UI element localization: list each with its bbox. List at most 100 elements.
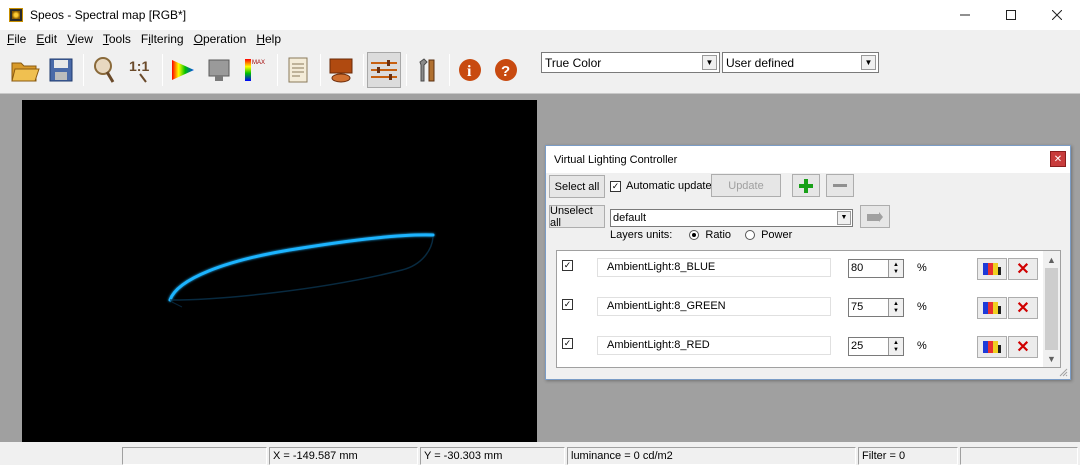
save-button[interactable] [44, 52, 78, 88]
window-controls [942, 0, 1080, 30]
minimize-icon [960, 14, 970, 16]
ratio-label: Ratio [705, 229, 732, 241]
color-palette-icon [983, 263, 1001, 275]
layer-value-stepper[interactable]: 75 ▲ ▼ [848, 298, 904, 317]
layers-scrollbar[interactable]: ▲ ▼ [1043, 251, 1060, 367]
chevron-down-icon: ▼ [837, 211, 851, 225]
remove-layer-button[interactable] [826, 174, 854, 197]
layer-checkbox[interactable]: ✓ [562, 260, 573, 271]
layers-list: ✓ AmbientLight:8_BLUE 80 ▲ ▼ % ✕ ✓ Ambien… [556, 250, 1061, 368]
minimize-button[interactable] [942, 0, 988, 30]
menu-help[interactable]: Help [251, 32, 286, 46]
toolbar-separator [449, 54, 450, 86]
automatic-update-option: ✓ Automatic update [610, 180, 712, 192]
dialog-title: Virtual Lighting Controller [554, 153, 678, 166]
chevron-down-icon: ▼ [702, 55, 717, 70]
monitor-icon [208, 59, 230, 81]
layer-color-button[interactable] [977, 336, 1007, 358]
open-icon [11, 62, 40, 82]
add-layer-button[interactable] [792, 174, 820, 197]
layer-color-button[interactable] [977, 258, 1007, 280]
color-mode-select[interactable]: True Color ▼ [541, 52, 720, 73]
power-label: Power [761, 229, 793, 241]
info-button[interactable]: i [453, 52, 487, 88]
layer-row: ✓ AmbientLight:8_BLUE 80 ▲ ▼ % ✕ [557, 256, 1047, 282]
layer-value-stepper[interactable]: 80 ▲ ▼ [848, 259, 904, 278]
status-blank [122, 447, 267, 465]
layer-checkbox[interactable]: ✓ [562, 299, 573, 310]
delete-icon: ✕ [1016, 261, 1030, 278]
scroll-down-icon[interactable]: ▼ [1043, 350, 1060, 367]
help-button[interactable]: ? [489, 52, 523, 88]
close-icon: ✕ [1053, 153, 1063, 165]
menu-view[interactable]: View [62, 32, 98, 46]
select-all-button[interactable]: Select all [549, 175, 605, 198]
dialog-close-button[interactable]: ✕ [1050, 151, 1066, 167]
menu-filtering[interactable]: Filtering [136, 32, 189, 46]
close-icon [1052, 10, 1062, 20]
percent-label: % [917, 301, 927, 313]
resize-grip-icon[interactable] [1058, 367, 1068, 377]
preset-select[interactable]: default ▼ [610, 209, 853, 227]
update-button[interactable]: Update [711, 174, 781, 197]
ratio-radio[interactable] [689, 230, 700, 240]
surface-icon [329, 58, 353, 83]
menu-edit[interactable]: Edit [31, 32, 62, 46]
tools-icon [419, 58, 435, 82]
open-button[interactable] [8, 52, 42, 88]
settings-sliders-button[interactable] [367, 52, 401, 88]
power-radio[interactable] [745, 230, 756, 240]
spectral-map-canvas[interactable] [22, 100, 537, 442]
spin-arrows-icon[interactable]: ▲ ▼ [888, 260, 903, 277]
beam-pattern [168, 233, 435, 308]
layer-delete-button[interactable]: ✕ [1008, 297, 1038, 319]
automatic-update-label: Automatic update [626, 180, 712, 192]
toolbar-separator [406, 54, 407, 86]
info-icon: i [459, 59, 481, 81]
scale-select[interactable]: User defined ▼ [722, 52, 879, 73]
svg-text:1:1: 1:1 [129, 58, 149, 74]
luminance-scale-button[interactable]: MAX [238, 52, 272, 88]
report-button[interactable] [281, 52, 315, 88]
layer-color-button[interactable] [977, 297, 1007, 319]
save-icon [49, 58, 73, 82]
luminance-scale-icon: MAX [245, 59, 265, 81]
layer-delete-button[interactable]: ✕ [1008, 258, 1038, 280]
zoom-icon [94, 57, 115, 83]
status-luminance: luminance = 0 cd/m2 [567, 447, 856, 465]
minus-icon [833, 183, 847, 187]
scroll-thumb[interactable] [1045, 268, 1058, 350]
delete-icon: ✕ [1016, 339, 1030, 356]
status-x: X = -149.587 mm [269, 447, 418, 465]
surface-button[interactable] [324, 52, 358, 88]
settings-sliders-icon [371, 60, 397, 80]
dialog-title-bar[interactable]: Virtual Lighting Controller ✕ [546, 146, 1070, 173]
layer-value-stepper[interactable]: 25 ▲ ▼ [848, 337, 904, 356]
spin-arrows-icon[interactable]: ▲ ▼ [888, 338, 903, 355]
preset-action-button[interactable] [860, 205, 890, 228]
svg-text:i: i [467, 63, 472, 80]
preset-arrow-icon [867, 211, 883, 222]
color-wheel-button[interactable] [166, 52, 200, 88]
zoom-1-1-button[interactable]: 1:1 [123, 52, 157, 88]
zoom-button[interactable] [87, 52, 121, 88]
delete-icon: ✕ [1016, 300, 1030, 317]
monitor-button[interactable] [202, 52, 236, 88]
scroll-up-icon[interactable]: ▲ [1043, 251, 1060, 268]
tools-button[interactable] [410, 52, 444, 88]
maximize-button[interactable] [988, 0, 1034, 30]
status-y: Y = -30.303 mm [420, 447, 565, 465]
layer-checkbox[interactable]: ✓ [562, 338, 573, 349]
unselect-all-button[interactable]: Unselect all [549, 205, 605, 229]
title-bar[interactable]: Speos - Spectral map [RGB*] [0, 0, 1080, 30]
automatic-update-checkbox[interactable]: ✓ [610, 180, 621, 192]
spin-arrows-icon[interactable]: ▲ ▼ [888, 299, 903, 316]
menu-tools[interactable]: Tools [98, 32, 136, 46]
close-button[interactable] [1034, 0, 1080, 30]
toolbar-separator [320, 54, 321, 86]
svg-text:MAX: MAX [252, 60, 265, 66]
menu-operation[interactable]: Operation [189, 32, 252, 46]
menu-file[interactable]: File [2, 32, 31, 46]
layer-delete-button[interactable]: ✕ [1008, 336, 1038, 358]
maximize-icon [1006, 10, 1016, 20]
